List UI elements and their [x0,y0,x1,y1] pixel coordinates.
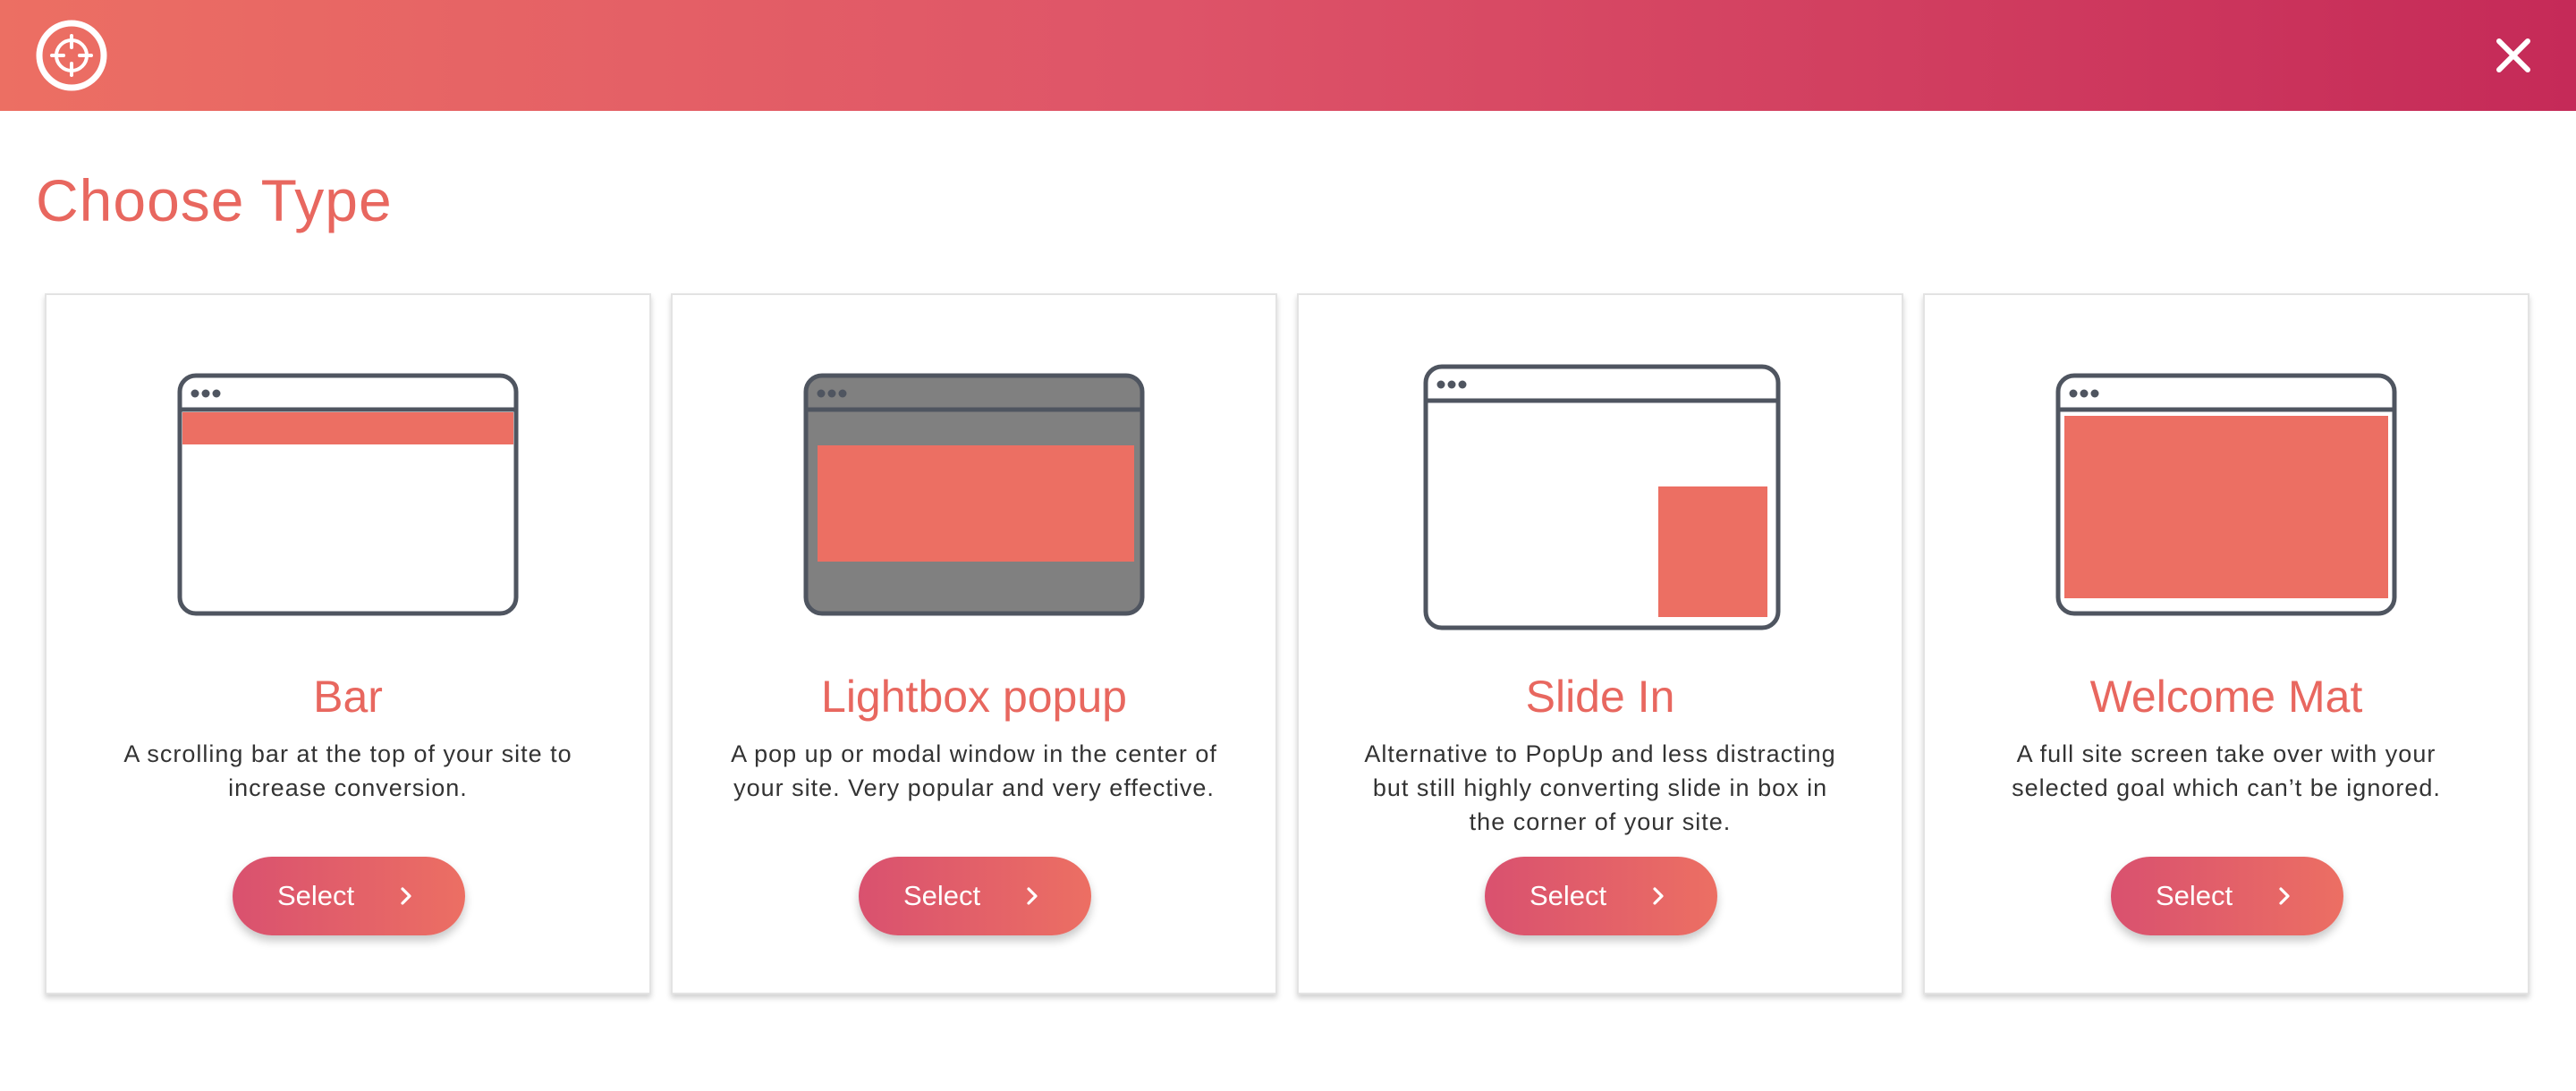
select-button-label: Select [277,880,355,911]
card-bar: Bar A scrolling bar at the top of your s… [45,293,651,994]
page-title: Choose Type [36,167,393,233]
browser-slidein-illustration [1423,364,1781,630]
close-icon[interactable] [2487,29,2540,82]
target-icon[interactable] [36,20,107,91]
select-welcomemat-button[interactable]: Select [2111,857,2343,935]
card-title: Bar [313,672,383,722]
card-description: A scrolling bar at the top of your site … [123,740,572,801]
select-slidein-button[interactable]: Select [1485,857,1717,935]
card-title: Lightbox popup [821,672,1127,722]
chevron-right-icon [2279,887,2290,905]
card-lightbox: Lightbox popup A pop up or modal window … [671,293,1277,994]
browser-lightbox-illustration [803,373,1145,616]
card-description: Alternative to PopUp and less distractin… [1364,740,1836,835]
card-description: A full site screen take over with your s… [2012,740,2441,801]
browser-bar-illustration [177,373,519,616]
card-slidein: Slide In Alternative to PopUp and less d… [1297,293,1903,994]
chevron-right-icon [1027,887,1038,905]
card-title: Welcome Mat [2089,672,2363,722]
card-welcomemat: Welcome Mat A full site screen take over… [1923,293,2529,994]
select-button-label: Select [903,880,981,911]
chevron-right-icon [401,887,411,905]
chevron-right-icon [1653,887,1664,905]
browser-welcomemat-illustration [2055,373,2397,616]
header-bar [0,0,2576,111]
select-bar-button[interactable]: Select [233,857,465,935]
select-button-label: Select [2156,880,2233,911]
card-description: A pop up or modal window in the center o… [731,740,1217,801]
select-lightbox-button[interactable]: Select [859,857,1091,935]
card-title: Slide In [1525,672,1675,722]
select-button-label: Select [1530,880,1607,911]
